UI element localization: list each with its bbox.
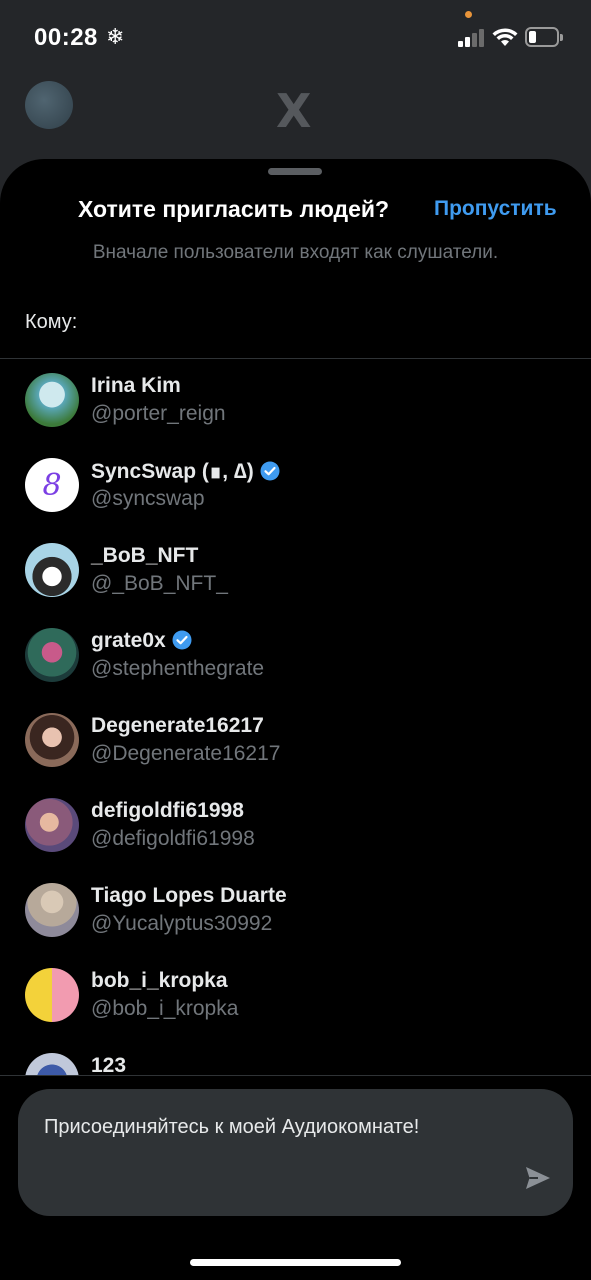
user-handle: @Degenerate16217 (91, 742, 281, 765)
privacy-indicator-dot (465, 11, 472, 18)
avatar (25, 883, 79, 937)
user-handle: @syncswap (91, 487, 205, 510)
sheet-subtitle: Вначале пользователи входят как слушател… (92, 242, 499, 263)
user-name: bob_i_kropka (91, 969, 228, 992)
status-bar: 00:28 ❄ (0, 0, 591, 76)
x-logo-icon: X (276, 84, 312, 138)
user-row[interactable]: Degenerate16217 @Degenerate16217 (0, 699, 591, 784)
user-row[interactable]: Irina Kim @porter_reign (0, 359, 591, 444)
user-handle: @porter_reign (91, 402, 226, 425)
verified-badge-icon (260, 461, 280, 481)
user-name: Degenerate16217 (91, 714, 264, 737)
home-indicator[interactable] (190, 1259, 401, 1266)
user-name: grate0x (91, 629, 166, 652)
avatar (25, 713, 79, 767)
user-row[interactable]: 123 (0, 1039, 591, 1075)
snowflake-icon: ❄ (106, 24, 125, 49)
avatar (25, 798, 79, 852)
sheet-grabber[interactable] (268, 168, 322, 175)
user-name: Irina Kim (91, 374, 181, 397)
user-name: _BoB_NFT (91, 544, 199, 567)
user-handle: @_BoB_NFT_ (91, 572, 228, 595)
invite-sheet: Хотите пригласить людей? Пропустить Внач… (0, 159, 591, 1280)
wifi-icon (492, 28, 518, 46)
verified-badge-icon (172, 630, 192, 650)
avatar (25, 1053, 79, 1075)
svg-text:8: 8 (42, 468, 61, 503)
message-composer[interactable]: Присоединяйтесь к моей Аудиокомнате! (18, 1089, 573, 1216)
cellular-signal-icon (458, 29, 484, 47)
skip-button[interactable]: Пропустить (434, 197, 557, 221)
recipient-field-label[interactable]: Кому: (25, 311, 77, 334)
user-row[interactable]: _BoB_NFT @_BoB_NFT_ (0, 529, 591, 614)
user-row[interactable]: bob_i_kropka @bob_i_kropka (0, 954, 591, 1039)
divider (0, 1075, 591, 1076)
user-handle: @bob_i_kropka (91, 997, 239, 1020)
user-row[interactable]: defigoldfi61998 @defigoldfi61998 (0, 784, 591, 869)
avatar (25, 968, 79, 1022)
battery-icon (525, 27, 563, 47)
sheet-title: Хотите пригласить людей? (78, 196, 390, 222)
avatar (25, 628, 79, 682)
syncswap-logo-icon: 8 (42, 468, 61, 503)
user-name-line: grate0x (91, 629, 192, 653)
user-name-line: SyncSwap (∎, ∆) (91, 459, 280, 484)
user-handle: @Yucalyptus30992 (91, 912, 273, 935)
invite-message-text[interactable]: Присоединяйтесь к моей Аудиокомнате! (44, 1116, 419, 1139)
user-name: defigoldfi61998 (91, 799, 244, 822)
avatar (25, 373, 79, 427)
user-row[interactable]: Tiago Lopes Duarte @Yucalyptus30992 (0, 869, 591, 954)
status-time: 00:28 (34, 24, 98, 51)
avatar (25, 543, 79, 597)
user-row[interactable]: 8 SyncSwap (∎, ∆) @syncswap (0, 444, 591, 529)
user-list: Irina Kim @porter_reign 8 SyncSwap (∎, ∆… (0, 359, 591, 1075)
user-row[interactable]: grate0x @stephenthegrate (0, 614, 591, 699)
user-name: 123 (91, 1054, 127, 1075)
avatar: 8 (25, 458, 79, 512)
send-icon[interactable] (524, 1164, 552, 1192)
user-handle: @stephenthegrate (91, 657, 265, 680)
user-handle: @defigoldfi61998 (91, 827, 255, 850)
user-name: SyncSwap (∎, ∆) (91, 460, 254, 483)
profile-avatar (25, 81, 73, 129)
user-name: Tiago Lopes Duarte (91, 884, 287, 907)
